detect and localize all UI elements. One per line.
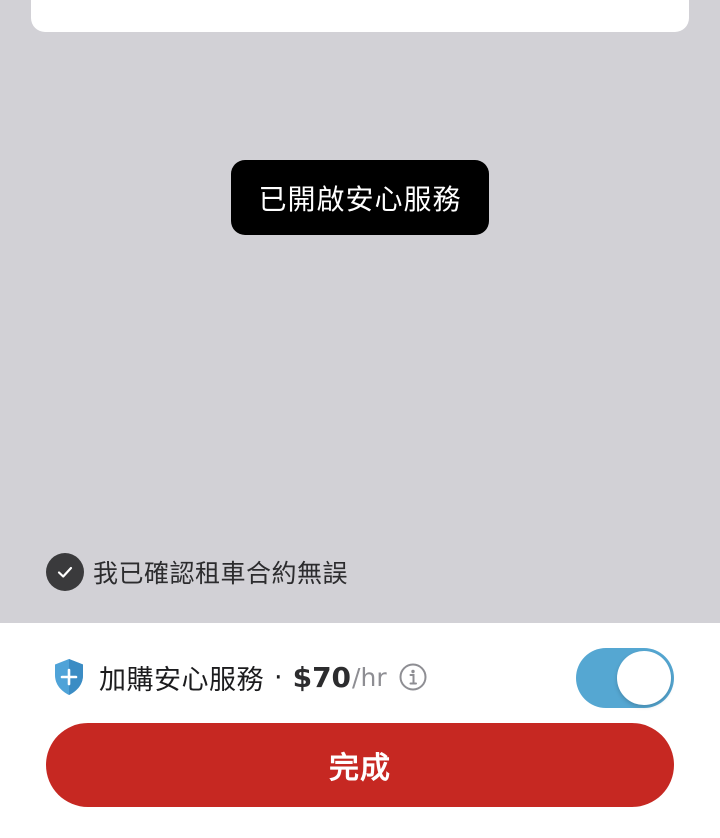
price-unit: /hr [352,662,387,692]
contract-confirm-label: 我已確認租車合約無誤 [93,559,349,588]
bottom-sheet: 加購安心服務 · $70 /hr 完成 [0,623,720,838]
done-button[interactable]: 完成 [46,723,674,807]
service-toggle[interactable] [576,648,674,708]
contract-confirm-row[interactable]: 我已確認租車合約無誤 [46,553,348,591]
service-row: 加購安心服務 · $70 /hr [52,655,427,699]
separator-dot: · [274,661,283,693]
check-icon[interactable] [46,553,84,591]
toast-text: 已開啟安心服務 [258,182,462,216]
info-icon[interactable] [399,663,427,691]
service-label: 加購安心服務 [99,664,264,696]
top-card [31,0,689,32]
toggle-knob [617,651,671,705]
service-price: $70 [292,660,352,694]
shield-plus-icon [55,659,83,695]
toast-message: 已開啟安心服務 [231,160,489,235]
